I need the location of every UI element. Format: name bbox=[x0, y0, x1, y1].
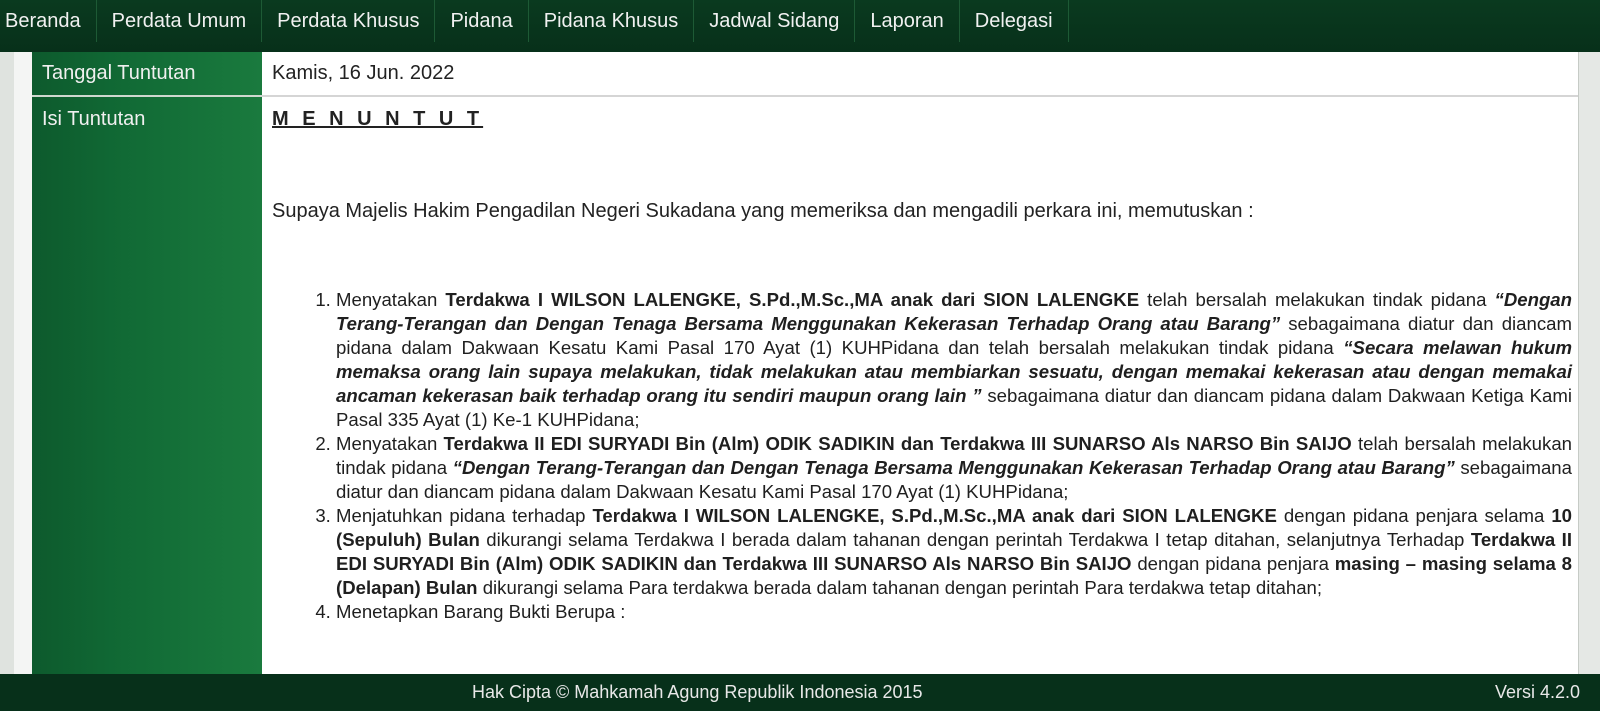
right-scroll-rail[interactable] bbox=[1578, 52, 1600, 674]
demand-text-segment: Terdakwa II EDI SURYADI Bin (Alm) ODIK S… bbox=[443, 433, 1352, 454]
demand-item: Menetapkan Barang Bukti Berupa : bbox=[336, 600, 1572, 624]
demand-text-segment: Menyatakan bbox=[336, 289, 446, 310]
footer: Hak Cipta © Mahkamah Agung Republik Indo… bbox=[0, 674, 1600, 711]
demand-text-segment: dikurangi selama Para terdakwa berada da… bbox=[477, 577, 1323, 598]
demand-item: Menjatuhkan pidana terhadap Terdakwa I W… bbox=[336, 504, 1572, 600]
top-nav: Beranda Perdata Umum Perdata Khusus Pida… bbox=[0, 0, 1600, 53]
intro-paragraph: Supaya Majelis Hakim Pengadilan Negeri S… bbox=[272, 200, 1254, 222]
demand-text-segment: dengan pidana penjara bbox=[1131, 553, 1335, 574]
label-tanggal-tuntutan: Tanggal Tuntutan bbox=[32, 52, 262, 97]
tanggal-value: Kamis, 16 Jun. 2022 bbox=[272, 62, 455, 84]
demand-text-segment: dengan pidana penjara selama bbox=[1276, 505, 1552, 526]
demand-text-segment: Menetapkan Barang Bukti Berupa : bbox=[336, 601, 626, 622]
nav-perdata-khusus[interactable]: Perdata Khusus bbox=[262, 0, 436, 42]
copyright-text: Hak Cipta © Mahkamah Agung Republik Indo… bbox=[472, 682, 923, 702]
demand-text-segment: “Dengan Terang-Terangan dan Dengan Tenag… bbox=[452, 457, 1455, 478]
nav-delegasi[interactable]: Delegasi bbox=[960, 0, 1069, 42]
demand-text-segment: dikurangi selama Terdakwa I berada dalam… bbox=[479, 529, 1471, 550]
version-text: Versi 4.2.0 bbox=[1494, 682, 1580, 702]
label-isi-tuntutan: Isi Tuntutan bbox=[42, 108, 146, 130]
demand-text-segment: Menjatuhkan pidana terhadap bbox=[336, 505, 593, 526]
content-area: Kamis, 16 Jun. 2022 M E N U N T U T Supa… bbox=[262, 52, 1578, 674]
nav-laporan[interactable]: Laporan bbox=[855, 0, 960, 42]
nav-pidana[interactable]: Pidana bbox=[435, 0, 529, 42]
menuntut-heading: M E N U N T U T bbox=[272, 108, 484, 130]
label-column: Tanggal Tuntutan Isi Tuntutan bbox=[32, 52, 262, 674]
demand-text-segment: Terdakwa I WILSON LALENGKE, S.Pd.,M.Sc.,… bbox=[592, 505, 1277, 526]
left-rail-strip bbox=[14, 52, 32, 674]
demands-list: Menyatakan Terdakwa I WILSON LALENGKE, S… bbox=[306, 288, 1572, 624]
demand-text-segment: Terdakwa I WILSON LALENGKE, S.Pd.,M.Sc.,… bbox=[445, 289, 1140, 310]
date-row: Kamis, 16 Jun. 2022 bbox=[262, 52, 1578, 97]
nav-pidana-khusus[interactable]: Pidana Khusus bbox=[529, 0, 695, 42]
demand-item: Menyatakan Terdakwa I WILSON LALENGKE, S… bbox=[336, 288, 1572, 432]
left-rail bbox=[0, 52, 33, 674]
nav-perdata-umum[interactable]: Perdata Umum bbox=[97, 0, 263, 42]
demand-text-segment: Menyatakan bbox=[336, 433, 444, 454]
demand-item: Menyatakan Terdakwa II EDI SURYADI Bin (… bbox=[336, 432, 1572, 504]
demand-text-segment: telah bersalah melakukan tindak pidana bbox=[1139, 289, 1495, 310]
nav-beranda[interactable]: Beranda bbox=[0, 0, 97, 42]
page: Beranda Perdata Umum Perdata Khusus Pida… bbox=[0, 0, 1600, 711]
nav-jadwal-sidang[interactable]: Jadwal Sidang bbox=[694, 0, 856, 42]
